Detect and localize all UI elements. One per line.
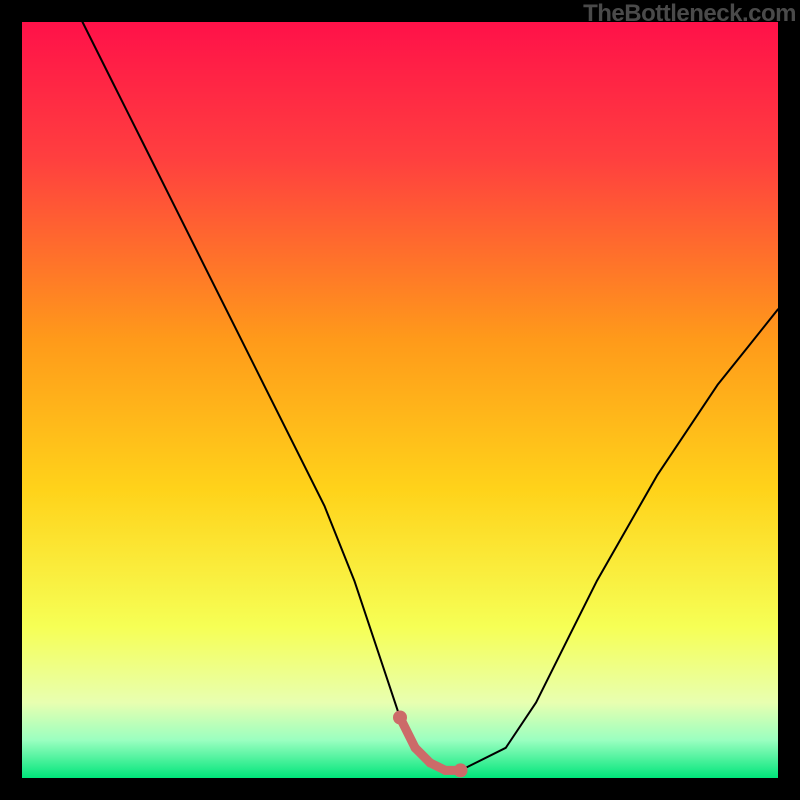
- plot-svg: [22, 22, 778, 778]
- watermark-text: TheBottleneck.com: [583, 0, 796, 28]
- gradient-background: [22, 22, 778, 778]
- chart-frame: TheBottleneck.com: [0, 0, 800, 800]
- plot-area: [22, 22, 778, 778]
